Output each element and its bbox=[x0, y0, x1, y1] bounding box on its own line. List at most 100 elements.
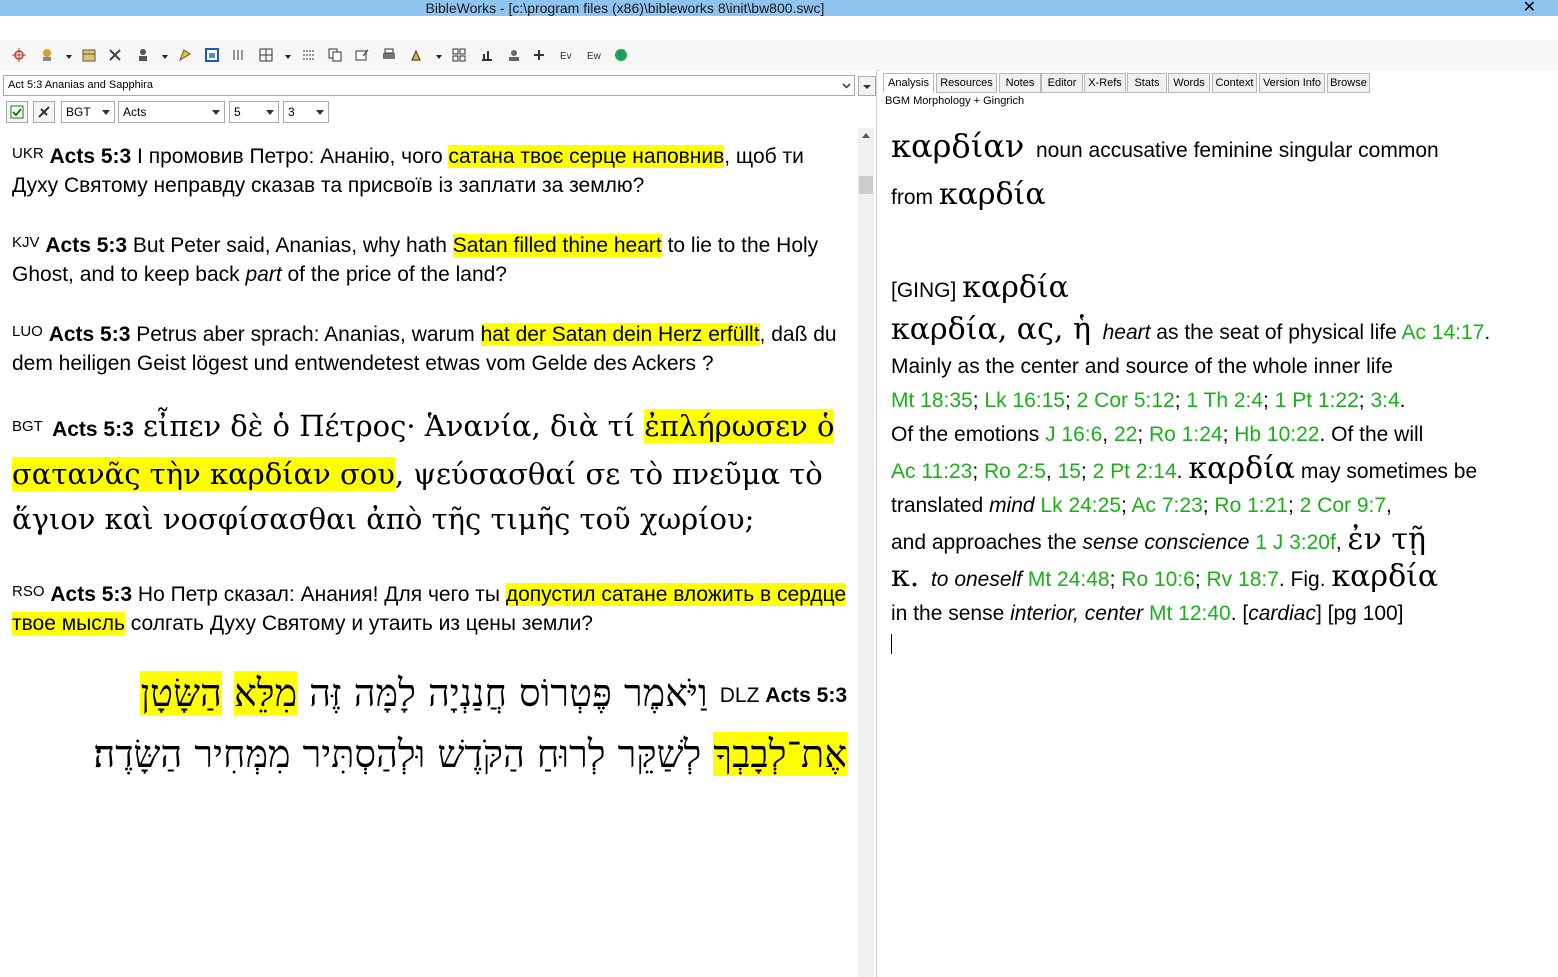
version-label[interactable]: KJV bbox=[12, 234, 40, 251]
link-button[interactable] bbox=[33, 101, 55, 123]
scripture-link[interactable]: Ac 11:23 bbox=[891, 460, 972, 483]
gloss: mind bbox=[989, 494, 1035, 517]
tab-editor[interactable]: Editor bbox=[1041, 73, 1083, 93]
edit-icon[interactable] bbox=[355, 48, 369, 62]
library-icon[interactable] bbox=[82, 48, 96, 62]
tab-context[interactable]: Context bbox=[1212, 73, 1257, 93]
greek-word: κ. bbox=[891, 559, 920, 594]
chevron-down-icon[interactable] bbox=[162, 55, 168, 59]
scripture-link[interactable]: Ro 10:6 bbox=[1121, 568, 1195, 591]
version-label[interactable]: BGT bbox=[12, 418, 43, 435]
tools-icon[interactable] bbox=[108, 48, 122, 62]
book-select[interactable]: Acts bbox=[118, 101, 225, 123]
chevron-down-icon[interactable] bbox=[285, 55, 291, 59]
scripture-link[interactable]: Mt 18:35 bbox=[891, 389, 973, 412]
verse-ref[interactable]: Acts 5:3 bbox=[50, 145, 132, 168]
scripture-link[interactable]: J 16:6 bbox=[1045, 423, 1102, 446]
grid-icon[interactable] bbox=[259, 48, 273, 62]
plus-icon[interactable] bbox=[533, 48, 547, 62]
scripture-link[interactable]: Rv 18:7 bbox=[1207, 568, 1279, 591]
version-label[interactable]: DLZ bbox=[720, 684, 760, 707]
tab-notes[interactable]: Notes bbox=[999, 73, 1041, 93]
globe-icon[interactable] bbox=[614, 48, 628, 62]
scroll-up-icon[interactable] bbox=[862, 133, 870, 138]
checkbox-button[interactable] bbox=[6, 101, 28, 123]
verse-text: солгать Духу Святому и утаить из цены зе… bbox=[124, 611, 593, 635]
tab-resources[interactable]: Resources bbox=[936, 73, 997, 93]
version-select[interactable]: BGT bbox=[61, 101, 115, 123]
scripture-link[interactable]: Lk 16:15 bbox=[984, 389, 1065, 412]
parallel-icon[interactable] bbox=[232, 48, 246, 62]
scripture-link[interactable]: 2 Cor 9:7 bbox=[1300, 494, 1386, 517]
scripture-link[interactable]: 15 bbox=[1058, 460, 1081, 483]
scripture-link[interactable]: 1 Pt 1:22 bbox=[1275, 389, 1359, 412]
columns-icon[interactable] bbox=[302, 48, 316, 62]
verse-dlz: DLZ Acts 5:3 וַיֹּאמֶר פֶּטְרוֹס חֲנַנְי… bbox=[12, 664, 847, 783]
ging-tag: [GING] bbox=[891, 279, 957, 302]
crosshair-icon[interactable] bbox=[12, 48, 26, 62]
close-icon[interactable]: ✕ bbox=[1523, 0, 1536, 17]
panel-dropdown-button[interactable] bbox=[858, 76, 876, 96]
reference-text: Act 5:3 Ananias and Sapphira bbox=[8, 79, 153, 91]
scroll-thumb[interactable] bbox=[859, 176, 873, 194]
chevron-down-icon[interactable] bbox=[66, 55, 72, 59]
scripture-link[interactable]: Ro 2:5 bbox=[984, 460, 1046, 483]
tiles-icon[interactable] bbox=[452, 48, 466, 62]
highlight-icon[interactable] bbox=[178, 48, 192, 62]
scripture-link[interactable]: Ac 7:23 bbox=[1132, 494, 1203, 517]
person-icon[interactable] bbox=[136, 48, 150, 62]
tool-icon[interactable] bbox=[40, 48, 54, 62]
marker-icon[interactable] bbox=[410, 48, 424, 62]
verse-select[interactable]: 3 bbox=[283, 101, 329, 123]
verse-ref[interactable]: Acts 5:3 bbox=[50, 583, 132, 606]
verse-ref[interactable]: Acts 5:3 bbox=[45, 234, 127, 257]
chart-icon[interactable] bbox=[480, 48, 494, 62]
ev-icon[interactable]: Ev bbox=[560, 48, 574, 62]
scripture-link[interactable]: 3:4 bbox=[1370, 389, 1399, 412]
entry-text: and approaches the bbox=[891, 531, 1083, 554]
vertical-scrollbar[interactable] bbox=[858, 128, 874, 977]
scripture-link[interactable]: Ac 14:17 bbox=[1401, 321, 1484, 344]
scripture-link[interactable]: 2 Pt 2:14 bbox=[1093, 460, 1177, 483]
verse-ref[interactable]: Acts 5:3 bbox=[49, 323, 131, 346]
chevron-down-icon bbox=[316, 110, 324, 115]
scripture-link[interactable]: 1 Th 2:4 bbox=[1186, 389, 1263, 412]
chevron-down-icon[interactable] bbox=[839, 76, 854, 95]
window-icon[interactable] bbox=[205, 48, 219, 62]
verse-ref[interactable]: Acts 5:3 bbox=[52, 418, 134, 441]
tab-browse[interactable]: Browse bbox=[1327, 73, 1370, 93]
scripture-link[interactable]: Hb 10:22 bbox=[1234, 423, 1319, 446]
ew-icon[interactable]: Ew bbox=[587, 48, 601, 62]
scripture-link[interactable]: 22 bbox=[1114, 423, 1137, 446]
lemma[interactable]: καρδία bbox=[939, 177, 1046, 212]
scripture-link[interactable]: Ro 1:24 bbox=[1149, 423, 1223, 446]
version-label[interactable]: RSO bbox=[12, 583, 45, 600]
chapter-select[interactable]: 5 bbox=[229, 101, 279, 123]
scripture-link[interactable]: 2 Cor 5:12 bbox=[1077, 389, 1175, 412]
toolbar: Ev Ew bbox=[0, 40, 1558, 71]
version-label[interactable]: UKR bbox=[12, 145, 44, 162]
tab-version-info[interactable]: Version Info bbox=[1259, 73, 1325, 93]
copy-icon[interactable] bbox=[328, 48, 342, 62]
chevron-down-icon bbox=[212, 110, 220, 115]
tab-analysis[interactable]: Analysis bbox=[883, 73, 934, 93]
chevron-down-icon[interactable] bbox=[436, 55, 442, 59]
version-label[interactable]: LUO bbox=[12, 323, 43, 340]
tab-words[interactable]: Words bbox=[1168, 73, 1210, 93]
entry-text: . Fig. bbox=[1278, 568, 1326, 591]
scripture-link[interactable]: 1 J 3:20f bbox=[1255, 531, 1336, 554]
tab-stats[interactable]: Stats bbox=[1127, 73, 1167, 93]
gloss: to oneself bbox=[930, 568, 1023, 591]
scripture-link[interactable]: Ro 1:21 bbox=[1214, 494, 1288, 517]
text-cursor bbox=[891, 634, 892, 654]
lexicon-subtitle: BGM Morphology + Gingrich bbox=[885, 95, 1025, 107]
highlighted-text: מִלֵּא bbox=[233, 671, 298, 715]
reference-combo[interactable]: Act 5:3 Ananias and Sapphira bbox=[3, 75, 855, 96]
verse-ref[interactable]: Acts 5:3 bbox=[765, 684, 847, 707]
scripture-link[interactable]: Lk 24:25 bbox=[1040, 494, 1121, 517]
scripture-link[interactable]: Mt 24:48 bbox=[1028, 568, 1110, 591]
print-icon[interactable] bbox=[382, 48, 396, 62]
tab-xrefs[interactable]: X-Refs bbox=[1084, 73, 1126, 93]
user-icon[interactable] bbox=[507, 48, 521, 62]
scripture-link[interactable]: Mt 12:40 bbox=[1149, 602, 1231, 625]
